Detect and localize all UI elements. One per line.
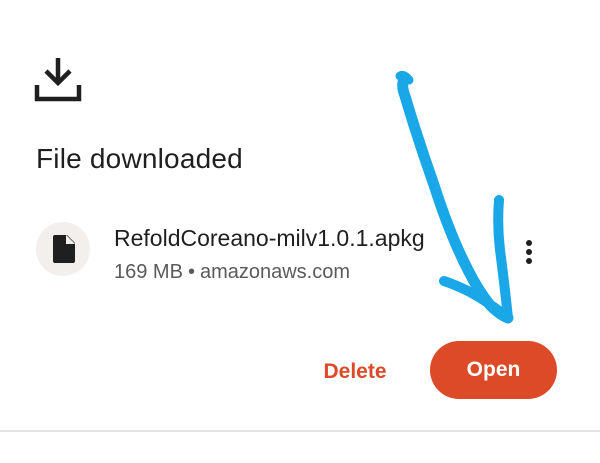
more-vert-icon[interactable] bbox=[519, 237, 539, 267]
file-avatar bbox=[36, 222, 90, 276]
file-size: 169 MB bbox=[114, 261, 183, 283]
file-icon bbox=[53, 235, 75, 263]
file-meta: 169 MB • amazonaws.com bbox=[114, 259, 350, 285]
open-button[interactable]: Open bbox=[430, 341, 557, 399]
download-complete-dialog: File downloaded RefoldCoreano-milv1.0.1.… bbox=[0, 0, 600, 463]
delete-button[interactable]: Delete bbox=[310, 350, 400, 394]
file-name: RefoldCoreano-milv1.0.1.apkg bbox=[114, 225, 425, 251]
dialog-title: File downloaded bbox=[36, 143, 243, 174]
meta-separator: • bbox=[187, 261, 195, 283]
divider bbox=[0, 430, 600, 432]
file-source: amazonaws.com bbox=[199, 261, 351, 283]
downloaded-file-item[interactable]: RefoldCoreano-milv1.0.1.apkg 169 MB • amaz… bbox=[36, 222, 566, 288]
download-icon bbox=[34, 58, 82, 102]
